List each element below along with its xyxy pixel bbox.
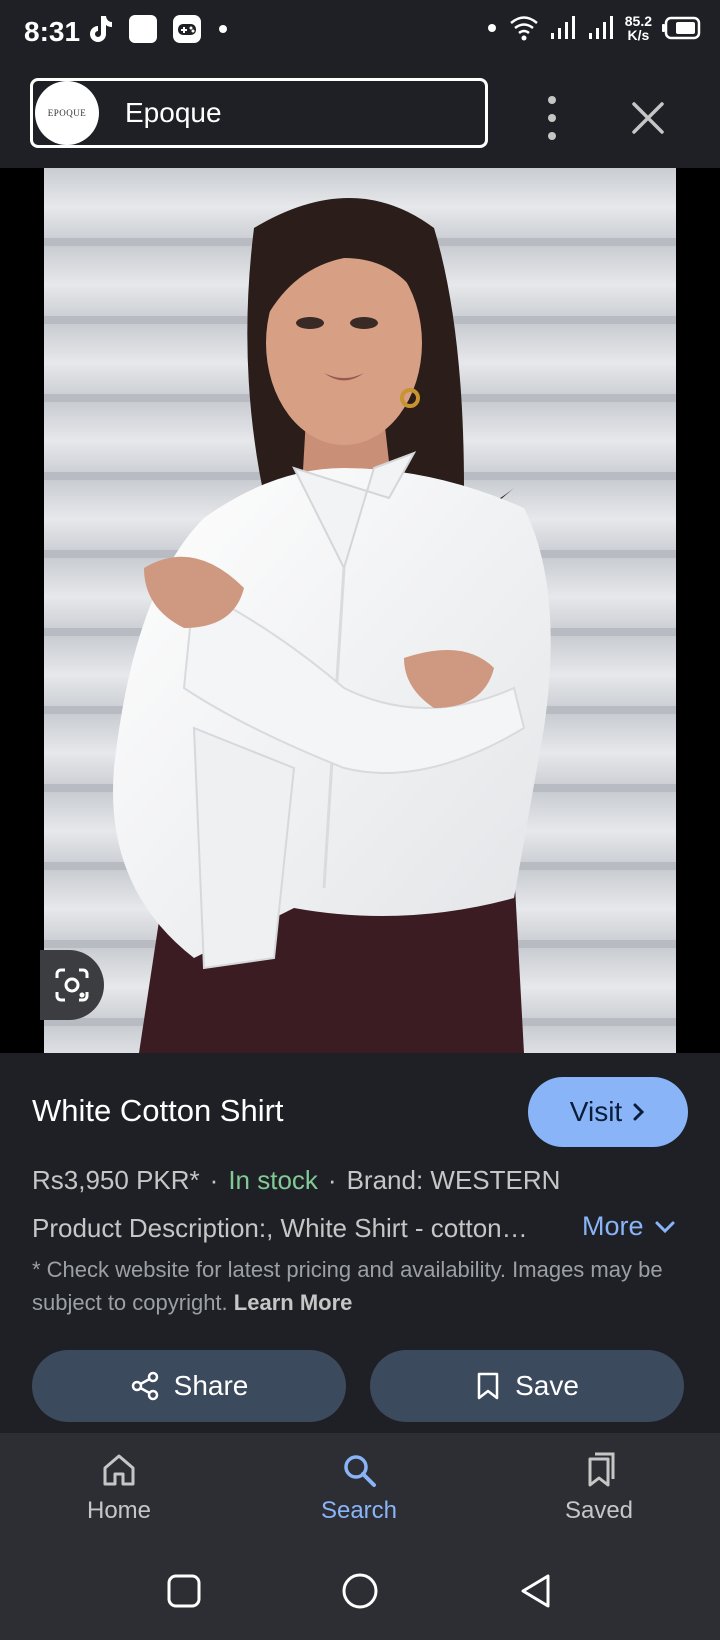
price: Rs3,950 PKR* <box>32 1165 200 1195</box>
separator: · <box>327 1165 337 1195</box>
system-nav-bar <box>0 1545 720 1640</box>
more-button[interactable]: More <box>582 1211 676 1242</box>
logo-text: EPOQUE <box>47 108 87 118</box>
nav-saved[interactable]: Saved <box>519 1451 679 1525</box>
app-square-icon <box>129 15 157 43</box>
signal-icon <box>588 16 613 39</box>
status-icons-left <box>86 14 230 44</box>
source-link[interactable]: EPOQUE Epoque <box>30 78 488 148</box>
separator: · <box>209 1165 219 1195</box>
nav-home-label: Home <box>86 1497 152 1524</box>
gamepad-icon <box>173 15 201 43</box>
nav-saved-label: Saved <box>564 1497 634 1524</box>
status-time: 8:31 <box>24 16 81 47</box>
status-icons-right: 85.2 K/s <box>485 14 702 42</box>
bookmarks-icon <box>588 1452 615 1487</box>
more-label: More <box>582 1211 644 1241</box>
battery-icon <box>662 16 701 40</box>
more-vert-icon[interactable] <box>532 96 572 140</box>
dot-icon <box>487 24 496 32</box>
product-description: Product Description:, White Shirt - cott… <box>32 1213 528 1243</box>
share-label: Share <box>173 1370 249 1401</box>
save-button[interactable]: Save <box>370 1350 684 1422</box>
wifi-icon <box>509 16 538 41</box>
status-bar: 8:31 85.2 K/s <box>0 0 720 66</box>
image-viewer <box>0 168 720 1053</box>
bookmark-icon <box>477 1372 499 1400</box>
share-icon <box>131 1371 158 1401</box>
learn-more-link[interactable]: Learn More <box>234 1290 353 1315</box>
source-logo: EPOQUE <box>35 81 99 145</box>
dot-icon <box>219 25 227 33</box>
tiktok-icon <box>90 16 112 42</box>
product-info-panel: White Cotton Shirt Visit Rs3,950 PKR* · In… <box>0 1053 720 1433</box>
disclaimer: * Check website for latest pricing and a… <box>32 1253 682 1319</box>
stock-status: In stock <box>228 1165 318 1195</box>
top-bar: EPOQUE Epoque <box>0 66 720 168</box>
source-name: Epoque <box>125 97 222 128</box>
bottom-nav: Home Search Saved <box>0 1433 720 1545</box>
home-icon <box>103 1454 135 1486</box>
product-image[interactable] <box>44 168 676 1053</box>
lens-icon <box>55 968 89 1002</box>
speed-value: 85.2 <box>624 13 652 29</box>
nav-search-label: Search <box>320 1497 398 1524</box>
speed-unit: K/s <box>627 27 650 43</box>
search-icon <box>344 1455 376 1487</box>
home-circle-icon[interactable] <box>340 1573 380 1613</box>
chevron-down-icon <box>655 1221 675 1233</box>
back-icon[interactable] <box>518 1573 554 1609</box>
network-speed: 85.2 K/s <box>625 14 652 42</box>
brand: Brand: WESTERN <box>346 1165 561 1195</box>
close-icon[interactable] <box>628 98 668 138</box>
visit-label: Visit <box>569 1096 623 1127</box>
signal-icon <box>550 16 575 39</box>
visit-button[interactable]: Visit <box>528 1077 688 1147</box>
chevron-right-icon <box>633 1103 645 1121</box>
nav-home[interactable]: Home <box>39 1451 199 1525</box>
recents-icon[interactable] <box>166 1573 202 1609</box>
product-title: White Cotton Shirt <box>32 1093 284 1128</box>
nav-search[interactable]: Search <box>279 1451 439 1525</box>
save-label: Save <box>515 1370 579 1401</box>
share-button[interactable]: Share <box>32 1350 346 1422</box>
product-meta: Rs3,950 PKR* · In stock · Brand: WESTERN <box>32 1165 560 1196</box>
